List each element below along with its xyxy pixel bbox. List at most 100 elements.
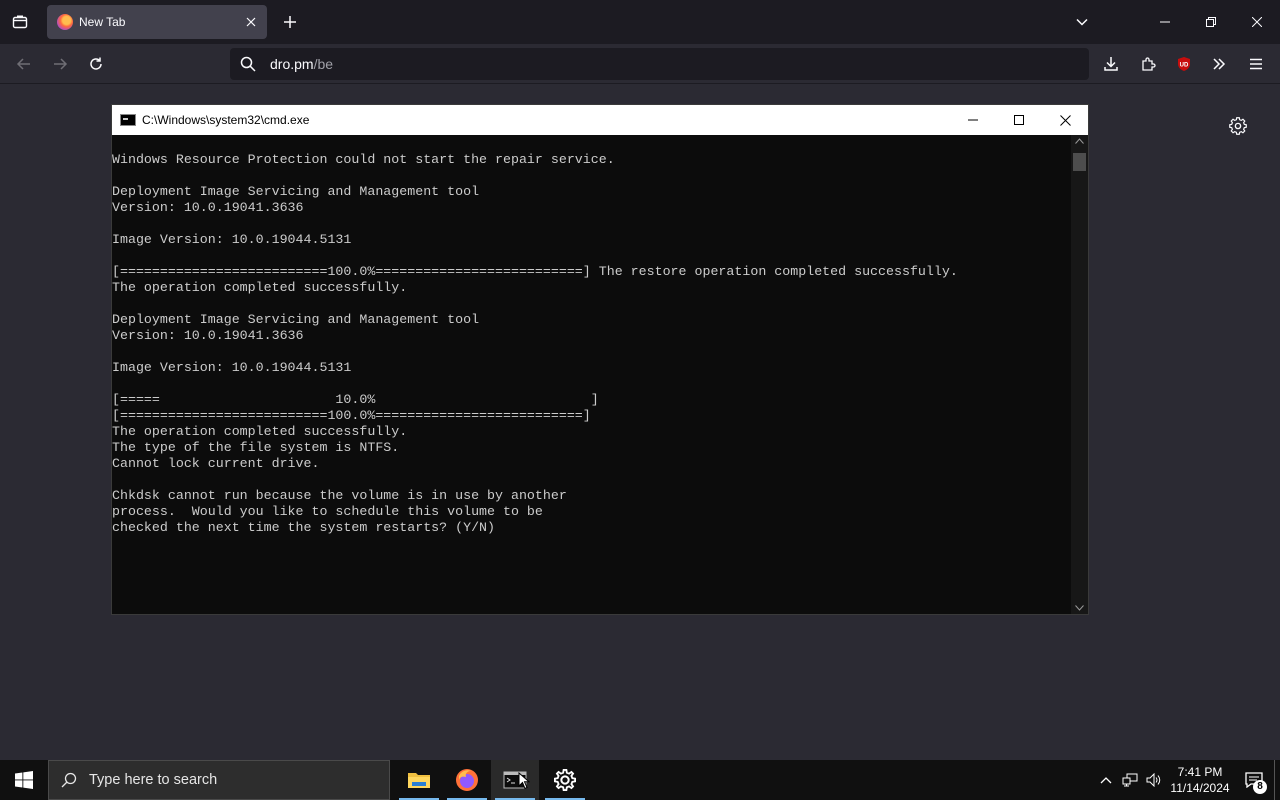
close-icon (1252, 17, 1262, 27)
hamburger-menu-icon (1250, 58, 1262, 70)
new-tab-button[interactable] (278, 8, 302, 36)
folder-icon (408, 773, 430, 788)
cmd-scrollbar[interactable] (1071, 135, 1088, 614)
cmd-scrollbar-thumb[interactable] (1073, 153, 1086, 171)
tab-close-icon[interactable] (239, 10, 263, 34)
console-line: process. Would you like to schedule this… (112, 504, 543, 519)
console-line: Chkdsk cannot run because the volume is … (112, 488, 567, 503)
url-text: dro.pm/be (270, 56, 333, 72)
close-icon (1059, 114, 1071, 126)
network-button[interactable] (1118, 760, 1142, 800)
show-desktop-button[interactable] (1274, 760, 1280, 800)
console-line: [===== 10.0% ] (112, 392, 599, 407)
close-window-button[interactable] (1234, 0, 1280, 44)
clock-time: 7:41 PM (1177, 765, 1223, 779)
console-line: The operation completed successfully. (112, 424, 408, 439)
cmd-maximize-button[interactable] (996, 105, 1042, 135)
app-menu-button[interactable] (1242, 50, 1270, 78)
cmd-titlebar[interactable]: C:\Windows\system32\cmd.exe (112, 105, 1088, 135)
console-line: Cannot lock current drive. (112, 456, 320, 471)
console-line: Windows Resource Protection could not st… (112, 152, 615, 167)
firefox-icon (456, 769, 478, 791)
console-line: [==========================100.0%=======… (112, 408, 591, 423)
restore-button[interactable] (1188, 0, 1234, 44)
windows-logo-icon (15, 771, 33, 789)
console-line: Deployment Image Servicing and Managemen… (112, 184, 480, 199)
svg-text:UD: UD (1180, 63, 1189, 69)
firefox-view-icon (12, 15, 28, 29)
newtab-settings-button[interactable] (1226, 114, 1250, 138)
double-chevron-right-icon (1213, 58, 1226, 70)
volume-button[interactable] (1142, 760, 1166, 800)
maximize-icon (1014, 115, 1024, 125)
cmd-window-title: C:\Windows\system32\cmd.exe (142, 113, 310, 127)
mouse-cursor-icon (518, 772, 530, 790)
network-icon (1122, 773, 1138, 787)
speaker-icon (1146, 773, 1161, 787)
minimize-icon (968, 119, 978, 121)
downloads-button[interactable] (1097, 50, 1125, 78)
taskbar-file-explorer[interactable] (395, 760, 443, 800)
cmd-app-icon (120, 114, 136, 126)
chevron-up-icon (1100, 777, 1112, 784)
taskbar-clock[interactable]: 7:41 PM 11/14/2024 (1166, 764, 1234, 796)
action-center-button[interactable]: 8 (1234, 760, 1274, 800)
minimize-icon (1160, 21, 1170, 23)
console-line: Version: 10.0.19041.3636 (112, 200, 304, 215)
restore-icon (1206, 17, 1216, 27)
url-host: dro.pm (270, 56, 314, 72)
cmd-close-button[interactable] (1042, 105, 1088, 135)
scroll-down-arrow-icon (1075, 605, 1084, 611)
gear-icon (1229, 117, 1247, 135)
console-line: The type of the file system is NTFS. (112, 440, 400, 455)
extensions-button[interactable] (1134, 50, 1162, 78)
search-icon (240, 56, 256, 72)
taskbar-firefox[interactable] (443, 760, 491, 800)
scroll-up-arrow-icon (1075, 138, 1084, 144)
more-tools-button[interactable] (1205, 50, 1233, 78)
list-all-tabs-button[interactable] (1068, 8, 1096, 36)
console-line: [==========================100.0%=======… (112, 264, 958, 279)
taskbar-settings[interactable] (541, 760, 589, 800)
url-bar[interactable]: dro.pm/be (230, 48, 1089, 80)
arrow-right-icon (54, 58, 68, 70)
back-button[interactable] (10, 50, 38, 78)
console-line: Image Version: 10.0.19044.5131 (112, 360, 352, 375)
cmd-minimize-button[interactable] (950, 105, 996, 135)
arrow-left-icon (16, 58, 30, 70)
start-button[interactable] (0, 760, 48, 800)
ublock-shield-icon: UD (1178, 57, 1190, 71)
console-line: Version: 10.0.19041.3636 (112, 328, 304, 343)
forward-button[interactable] (46, 50, 74, 78)
taskbar-command-prompt[interactable] (491, 760, 539, 800)
console-line: checked the next time the system restart… (112, 520, 496, 535)
reload-icon (90, 57, 102, 70)
cmd-window[interactable]: C:\Windows\system32\cmd.exe Windows Reso… (111, 104, 1089, 615)
show-hidden-icons-button[interactable] (1094, 760, 1118, 800)
reload-button[interactable] (82, 50, 110, 78)
browser-tabstrip: New Tab (0, 0, 1280, 44)
firefox-favicon-icon (57, 14, 73, 30)
cmd-console-output[interactable]: Windows Resource Protection could not st… (112, 135, 1072, 614)
taskbar-search-box[interactable]: Type here to search (48, 760, 390, 800)
console-line: Deployment Image Servicing and Managemen… (112, 312, 480, 327)
tab-title: New Tab (79, 15, 126, 29)
download-icon (1104, 57, 1118, 71)
firefox-view-button[interactable] (6, 8, 34, 36)
ublock-origin-button[interactable]: UD (1170, 50, 1198, 78)
notification-count-badge: 8 (1253, 780, 1267, 794)
puzzle-icon (1142, 57, 1156, 71)
search-icon (61, 772, 77, 788)
system-tray: 7:41 PM 11/14/2024 8 (1094, 760, 1280, 800)
tab-new-tab[interactable]: New Tab (47, 5, 267, 39)
gear-icon (554, 769, 576, 791)
minimize-button[interactable] (1142, 0, 1188, 44)
console-line: Image Version: 10.0.19044.5131 (112, 232, 352, 247)
taskbar-search-placeholder: Type here to search (89, 772, 218, 788)
